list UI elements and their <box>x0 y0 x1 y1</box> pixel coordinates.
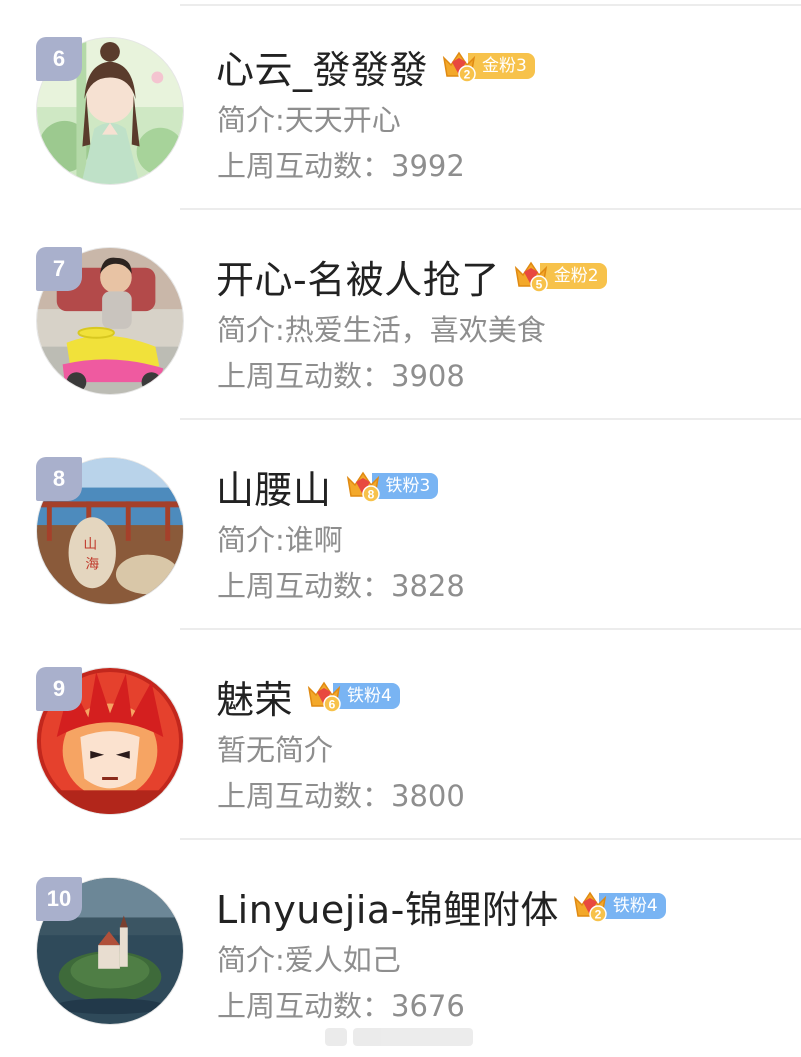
count-label: 上周互动数： <box>217 569 392 603</box>
user-name[interactable]: 山腰山 <box>216 459 332 514</box>
interaction-count: 上周互动数：3992 <box>217 143 465 185</box>
name-line: 魅荣 6 铁粉4 <box>216 668 400 724</box>
fan-badge[interactable]: 8 铁粉3 <box>344 468 439 504</box>
count-label: 上周互动数： <box>217 149 392 183</box>
list-item[interactable]: 6 心云_發發發 2 金粉3 简介:天天开心 上周互动数：3992 <box>0 0 801 210</box>
user-bio: 简介:热爱生活，喜欢美食 <box>217 313 546 347</box>
badge-level-number: 2 <box>595 908 602 922</box>
interaction-count: 上周互动数：3676 <box>217 983 465 1025</box>
rank-badge: 10 <box>36 877 82 921</box>
user-bio: 简介:谁啊 <box>217 523 343 557</box>
interaction-count: 上周互动数：3828 <box>217 563 465 605</box>
avatar-container[interactable]: 6 <box>36 37 184 185</box>
badge-label: 铁粉3 <box>371 473 439 499</box>
crown-diamond-icon: 2 <box>440 48 478 84</box>
count-label: 上周互动数： <box>217 359 392 393</box>
avatar-container[interactable]: 10 <box>36 877 184 1025</box>
crown-diamond-icon: 2 <box>571 888 609 924</box>
crown-diamond-icon: 8 <box>344 468 382 504</box>
badge-label: 铁粉4 <box>598 893 666 919</box>
badge-level-number: 5 <box>535 278 542 292</box>
fan-badge[interactable]: 2 铁粉4 <box>571 888 666 924</box>
user-bio: 简介:爱人如己 <box>217 943 401 977</box>
svg-text:海: 海 <box>85 556 99 572</box>
count-label: 上周互动数： <box>217 779 392 813</box>
avatar-container[interactable]: 7 <box>36 247 184 395</box>
count-label: 上周互动数： <box>217 989 392 1023</box>
user-name[interactable]: 开心-名被人抢了 <box>216 249 500 304</box>
count-value: 3676 <box>391 989 465 1023</box>
count-value: 3828 <box>391 569 465 603</box>
user-bio: 简介:天天开心 <box>217 103 401 137</box>
user-bio: 暂无简介 <box>217 733 334 767</box>
watermark-logo-icon <box>325 1028 347 1046</box>
rank-badge: 8 <box>36 457 82 501</box>
badge-level-number: 6 <box>329 698 336 712</box>
rank-badge: 9 <box>36 667 82 711</box>
count-value: 3992 <box>391 149 465 183</box>
badge-level-number: 8 <box>367 488 374 502</box>
user-name[interactable]: Linyuejia-锦鲤附体 <box>216 879 559 934</box>
name-line: 开心-名被人抢了 5 金粉2 <box>216 248 607 304</box>
rank-badge: 6 <box>36 37 82 81</box>
fan-badge[interactable]: 6 铁粉4 <box>305 678 400 714</box>
watermark <box>325 1023 485 1051</box>
interaction-count: 上周互动数：3908 <box>217 353 465 395</box>
count-value: 3908 <box>391 359 465 393</box>
name-line: 山腰山 8 铁粉3 <box>216 458 439 514</box>
user-name[interactable]: 魅荣 <box>216 669 293 724</box>
list-item[interactable]: 9 魅荣 6 铁粉4 暂无简介 上周互动数：3800 <box>0 630 801 840</box>
name-line: Linyuejia-锦鲤附体 2 铁粉4 <box>216 878 666 934</box>
fan-badge[interactable]: 2 金粉3 <box>440 48 535 84</box>
fan-badge[interactable]: 5 金粉2 <box>512 258 607 294</box>
badge-label: 金粉3 <box>468 53 535 79</box>
rank-badge: 7 <box>36 247 82 291</box>
crown-diamond-icon: 5 <box>512 258 550 294</box>
list-item[interactable]: 山 海 8 山腰山 8 铁粉3 简介:谁啊 上周互动数：3828 <box>0 420 801 630</box>
svg-text:山: 山 <box>83 537 97 553</box>
name-line: 心云_發發發 2 金粉3 <box>216 38 535 94</box>
count-value: 3800 <box>391 779 465 813</box>
user-name[interactable]: 心云_發發發 <box>216 39 428 94</box>
interaction-count: 上周互动数：3800 <box>217 773 465 815</box>
badge-level-number: 2 <box>464 68 471 82</box>
crown-diamond-icon: 6 <box>305 678 343 714</box>
badge-label: 铁粉4 <box>333 683 400 709</box>
badge-label: 金粉2 <box>539 263 607 289</box>
avatar-container[interactable]: 9 <box>36 667 184 815</box>
avatar-container[interactable]: 山 海 8 <box>36 457 184 605</box>
list-item[interactable]: 10 Linyuejia-锦鲤附体 2 铁粉4 简介:爱人如己 上周互动数：36… <box>0 840 801 1050</box>
list-item[interactable]: 7 开心-名被人抢了 5 金粉2 简介:热爱生活，喜欢美食 上周互动数：3908 <box>0 210 801 420</box>
watermark-text-blur <box>353 1028 473 1046</box>
